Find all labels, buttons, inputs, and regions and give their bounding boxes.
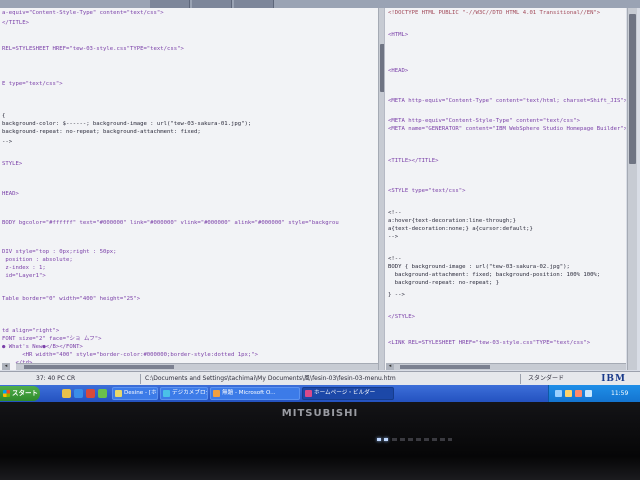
desktop-icon[interactable] [98,389,107,398]
right-code-line[interactable]: <HTML> [388,32,408,39]
app-window-icon [305,390,312,397]
left-code-line[interactable]: E type="text/css"> [2,81,63,88]
right-code-line[interactable]: --> [388,234,398,241]
left-code-line[interactable]: position : absolute; [2,257,72,264]
windows-flag-icon [3,390,10,397]
screen: a-equiv="Content-Style-Type" content="te… [0,0,640,402]
app-window-icon [213,390,220,397]
taskbar: スタート Desine - [ホームページ] デジカメブログ ... 無題 - Mi… [0,385,640,402]
right-code-line[interactable]: BODY { background-image : url("tew-03-sa… [388,264,570,271]
left-code-line[interactable]: </TITLE> [2,20,29,27]
start-label: スタート [12,389,38,397]
editor-mode: スタンダード [528,375,565,382]
right-horizontal-scrollbar[interactable] [394,363,626,370]
left-code-line[interactable]: id="Layer1"> [2,273,45,280]
status-led [384,438,388,441]
left-code-line[interactable]: REL=STYLESHEET HREF="tew-03-style.css"TY… [2,46,184,53]
folder-icon[interactable] [62,389,71,398]
taskbar-button[interactable]: Desine - [ホームページ] [112,387,158,400]
left-code-line[interactable]: <HR width="400" style="border-color:#000… [2,352,258,359]
left-code-line[interactable]: a-equiv="Content-Style-Type" content="te… [2,10,164,17]
monitor-buttons[interactable] [392,438,452,441]
app-window-icon [115,390,122,397]
right-code-editor[interactable]: <!DOCTYPE HTML PUBLIC "-//W3C//DTD HTML … [384,8,626,370]
right-code-line[interactable]: a:hover{text-decoration:line-through;} [388,218,516,225]
right-code-line[interactable]: <META name="GENERATOR" content="IBM WebS… [388,126,626,133]
network-icon[interactable] [555,390,562,397]
right-hscroll-thumb[interactable] [400,365,490,369]
taskbar-button-label: 無題 - Microsoft O... [222,390,276,396]
right-code-line[interactable]: <META http-equiv="Content-Style-Type" co… [388,118,580,125]
file-path: C:\Documents and Settings\tachimai\My Do… [145,375,396,382]
left-code-line[interactable]: FONT size="2" face="ショ ムフ"> [2,336,102,343]
document-tab-strip[interactable] [0,0,640,8]
left-code-line[interactable]: --> [2,139,12,146]
right-vertical-scrollbar[interactable] [627,8,637,370]
power-led [377,438,381,441]
right-code-line[interactable]: <META http-equiv="Content-Type" content=… [388,98,626,105]
left-code-line[interactable]: td align="right"> [2,328,59,335]
right-code-line[interactable]: <STYLE type="text/css"> [388,188,465,195]
right-scroll-left-arrow[interactable]: ◂ [386,363,394,370]
start-button[interactable]: スタート [0,386,40,401]
right-code-line[interactable]: a{text-decoration:none;} a{cursor:defaul… [388,226,533,233]
left-code-editor[interactable]: a-equiv="Content-Style-Type" content="te… [0,8,378,370]
app-window-icon [163,390,170,397]
battery-icon[interactable] [585,390,592,397]
left-code-line[interactable]: background-color: $------; background-im… [2,121,251,128]
right-code-line[interactable]: <!-- [388,210,401,217]
right-code-line[interactable]: background-repeat: no-repeat; } [388,280,499,287]
right-code-line[interactable]: <LINK REL=STYLESHEET HREF="tew-03-style.… [388,340,590,347]
left-code-line[interactable]: background-repeat: no-repeat; background… [2,129,201,136]
taskbar-button-label: Desine - [ホームページ] [124,390,157,396]
right-code-line[interactable]: <HEAD> [388,68,408,75]
taskbar-button[interactable]: 無題 - Microsoft O... [210,387,300,400]
taskbar-button[interactable]: デジカメブログ ... [160,387,208,400]
left-hscroll-thumb[interactable] [24,365,174,369]
right-code-line[interactable]: <!DOCTYPE HTML PUBLIC "-//W3C//DTD HTML … [388,10,600,17]
right-code-line[interactable]: } --> [388,292,405,299]
browser-icon[interactable] [74,389,83,398]
left-code-line[interactable]: { [2,113,9,120]
security-icon[interactable] [575,390,582,397]
left-scroll-left-arrow[interactable]: ◂ [2,363,10,370]
right-code-line[interactable]: <!-- [388,256,401,263]
taskbar-button-label: ホームページ・ビルダー [314,390,376,396]
left-code-line[interactable]: BODY bgcolor="#ffffff" text="#000000" li… [2,220,339,227]
monitor-brand: MITSUBISHI [281,408,359,419]
left-code-line[interactable]: DIV style="top : 0px;right : 50px; [2,249,117,256]
cursor-position: 37: 40 PC CR [36,375,76,382]
left-code-line[interactable]: ● What's New●</B></FONT> [2,344,83,351]
left-horizontal-scrollbar[interactable] [16,363,378,370]
left-code-line[interactable]: Table border="0" width="400" height="25"… [2,296,140,303]
left-code-line[interactable]: HEAD> [2,191,19,198]
status-bar: 37: 40 PC CR C:\Documents and Settings\t… [0,371,640,385]
taskbar-button[interactable]: ホームページ・ビルダー [302,387,394,400]
right-code-line[interactable]: background-attachment: fixed; background… [388,272,600,279]
system-tray: 11:59 [548,385,640,402]
clock[interactable]: 11:59 [611,385,628,402]
left-code-line[interactable]: STYLE> [2,161,22,168]
right-code-line[interactable]: <TITLE></TITLE> [388,158,439,165]
taskbar-button-label: デジカメブログ ... [172,390,208,396]
right-code-line[interactable]: </STYLE> [388,314,415,321]
right-scroll-thumb[interactable] [629,14,636,164]
volume-icon[interactable] [565,390,572,397]
left-code-line[interactable]: z-index : 1; [2,265,45,272]
app-icon[interactable] [86,389,95,398]
